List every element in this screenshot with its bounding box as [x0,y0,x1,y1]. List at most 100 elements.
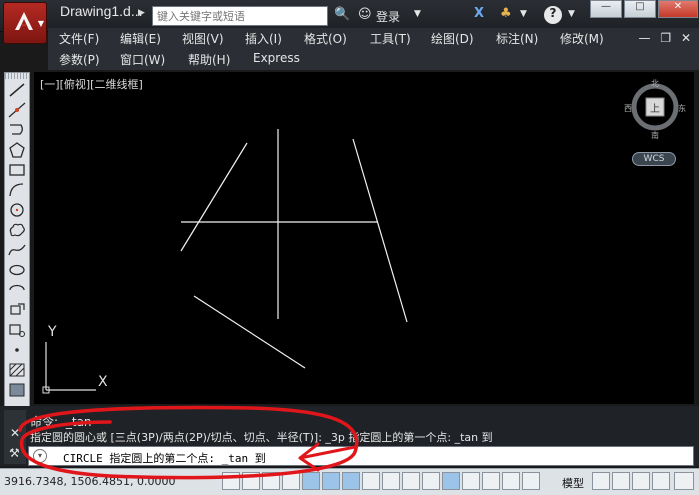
drawn-line [193,295,306,369]
lineweight-icon[interactable] [422,472,440,490]
point-tool-icon[interactable] [7,341,27,359]
command-history-icon[interactable]: ▾ [33,449,47,463]
chevron-down-icon[interactable]: ▼ [568,9,575,19]
drawing-canvas[interactable]: [一][俯视][二维线框] Y X 北 南 东 西 上 WCS [34,72,694,404]
layout-quick-view-icon[interactable] [592,472,610,490]
gradient-tool-icon[interactable] [7,381,27,399]
polyline-tool-icon[interactable] [7,121,27,139]
annotation-scale-icon[interactable] [632,472,650,490]
command-prefix: 命令: [30,415,59,429]
viewcube[interactable]: 北 南 东 西 上 [624,79,686,140]
spline-tool-icon[interactable] [7,241,27,259]
polygon-tool-icon[interactable] [7,141,27,159]
object-snap-icon[interactable] [322,472,340,490]
drawing-quick-view-icon[interactable] [612,472,630,490]
menu-insert[interactable]: 插入(I) [245,30,282,47]
menu-edit[interactable]: 编辑(E) [120,30,161,47]
viewcube-east[interactable]: 东 [678,103,686,114]
ellipse-arc-tool-icon[interactable] [7,281,27,299]
chevron-down-icon: ▼ [37,19,44,28]
menu-bar: 文件(F) 编辑(E) 视图(V) 插入(I) 格式(O) 工具(T) 绘图(D… [48,28,699,70]
chevron-down-icon[interactable]: ▼ [520,9,527,19]
close-button[interactable]: ✕ [658,0,698,18]
3d-object-snap-icon[interactable] [342,472,360,490]
circle-tool-icon[interactable] [7,201,27,219]
drawn-line [180,142,248,252]
ortho-mode-icon[interactable] [282,472,300,490]
drawing-window-controls: — ❐ ✕ [639,31,691,45]
menu-help[interactable]: 帮助(H) [188,51,230,68]
application-menu-button[interactable]: ▼ [3,2,47,44]
viewcube-face-top[interactable]: 上 [650,100,660,115]
polar-tracking-icon[interactable] [302,472,320,490]
zoom-icon[interactable] [522,472,540,490]
arc-tool-icon[interactable] [7,181,27,199]
dynamic-ucs-icon[interactable] [382,472,400,490]
grid-display-icon[interactable] [262,472,280,490]
wcs-menu-button[interactable]: WCS [632,152,676,166]
insert-block-tool-icon[interactable] [7,301,27,319]
construction-line-tool-icon[interactable] [7,101,27,119]
ucs-y-label: Y [48,324,57,340]
help-icon[interactable]: ? [544,6,562,24]
object-snap-tracking-icon[interactable] [362,472,380,490]
command-history-line-1: 命令: _tan [30,413,92,430]
command-window-handle[interactable]: ✕ ⚒ [4,410,26,464]
search-input[interactable] [152,6,328,26]
menu-parameters[interactable]: 参数(P) [59,51,100,68]
menu-express[interactable]: Express [253,51,300,65]
customize-wrench-icon[interactable]: ⚒ [9,446,20,460]
selection-cycling-icon[interactable] [482,472,500,490]
drawing-minimize-button[interactable]: — [639,31,651,45]
menu-window[interactable]: 窗口(W) [120,51,165,68]
command-value: _tan [65,415,92,429]
revision-cloud-tool-icon[interactable] [7,221,27,239]
ucs-icon [42,342,96,394]
menu-draw[interactable]: 绘图(D) [431,30,474,47]
snap-mode-icon[interactable] [242,472,260,490]
community-icon[interactable]: ♣ [500,6,512,21]
rectangle-tool-icon[interactable] [7,161,27,179]
user-icon[interactable]: ☺ [358,7,372,22]
quick-properties-icon[interactable] [462,472,480,490]
menu-format[interactable]: 格式(O) [304,30,347,47]
dynamic-input-icon[interactable] [402,472,420,490]
document-title: Drawing1.d... [60,3,143,19]
menu-view[interactable]: 视图(V) [182,30,224,47]
viewcube-north[interactable]: 北 [651,78,659,89]
viewcube-west[interactable]: 西 [624,103,632,114]
infer-constraints-icon[interactable] [222,472,240,490]
command-history-line-2: 指定圆的圆心或 [三点(3P)/两点(2P)/切点、切点、半径(T)]: _3p… [30,431,493,444]
close-command-window-icon[interactable]: ✕ [10,426,20,440]
line-tool-icon[interactable] [7,81,27,99]
search-expand-icon[interactable]: ▶ [138,8,150,22]
annotation-monitor-icon[interactable] [502,472,520,490]
clean-screen-icon[interactable] [674,472,694,490]
model-space-toggle[interactable]: 模型 [562,475,584,491]
toolbar-grip[interactable] [5,73,29,79]
drawing-close-button[interactable]: ✕ [681,31,691,45]
ellipse-tool-icon[interactable] [7,261,27,279]
exchange-icon[interactable]: X [474,6,484,21]
menu-file[interactable]: 文件(F) [59,30,99,47]
menu-dimension[interactable]: 标注(N) [496,30,538,47]
binoculars-icon[interactable]: 🔍 [334,7,350,22]
login-button[interactable]: 登录 [376,8,400,25]
minimize-button[interactable]: — [590,0,622,18]
menu-tools[interactable]: 工具(T) [370,30,411,47]
command-input[interactable]: ▾ CIRCLE 指定圆上的第二个点: _tan 到 [28,446,694,466]
hatch-tool-icon[interactable] [7,361,27,379]
drawn-line [352,138,408,323]
menu-modify[interactable]: 修改(M) [560,30,604,47]
transparency-icon[interactable] [442,472,460,490]
cursor-coordinates[interactable]: 3916.7348, 1506.4851, 0.0000 [4,475,175,488]
make-block-tool-icon[interactable] [7,321,27,339]
status-bar: 3916.7348, 1506.4851, 0.0000 模型 [0,468,699,495]
viewcube-south[interactable]: 南 [651,130,659,141]
workspace-switch-icon[interactable] [652,472,670,490]
chevron-down-icon[interactable]: ▼ [414,9,421,19]
draw-toolbar [4,72,30,408]
command-prompt-text: CIRCLE 指定圆上的第二个点: _tan 到 [63,452,266,465]
maximize-button[interactable]: □ [624,0,656,18]
drawing-restore-button[interactable]: ❐ [660,31,671,45]
